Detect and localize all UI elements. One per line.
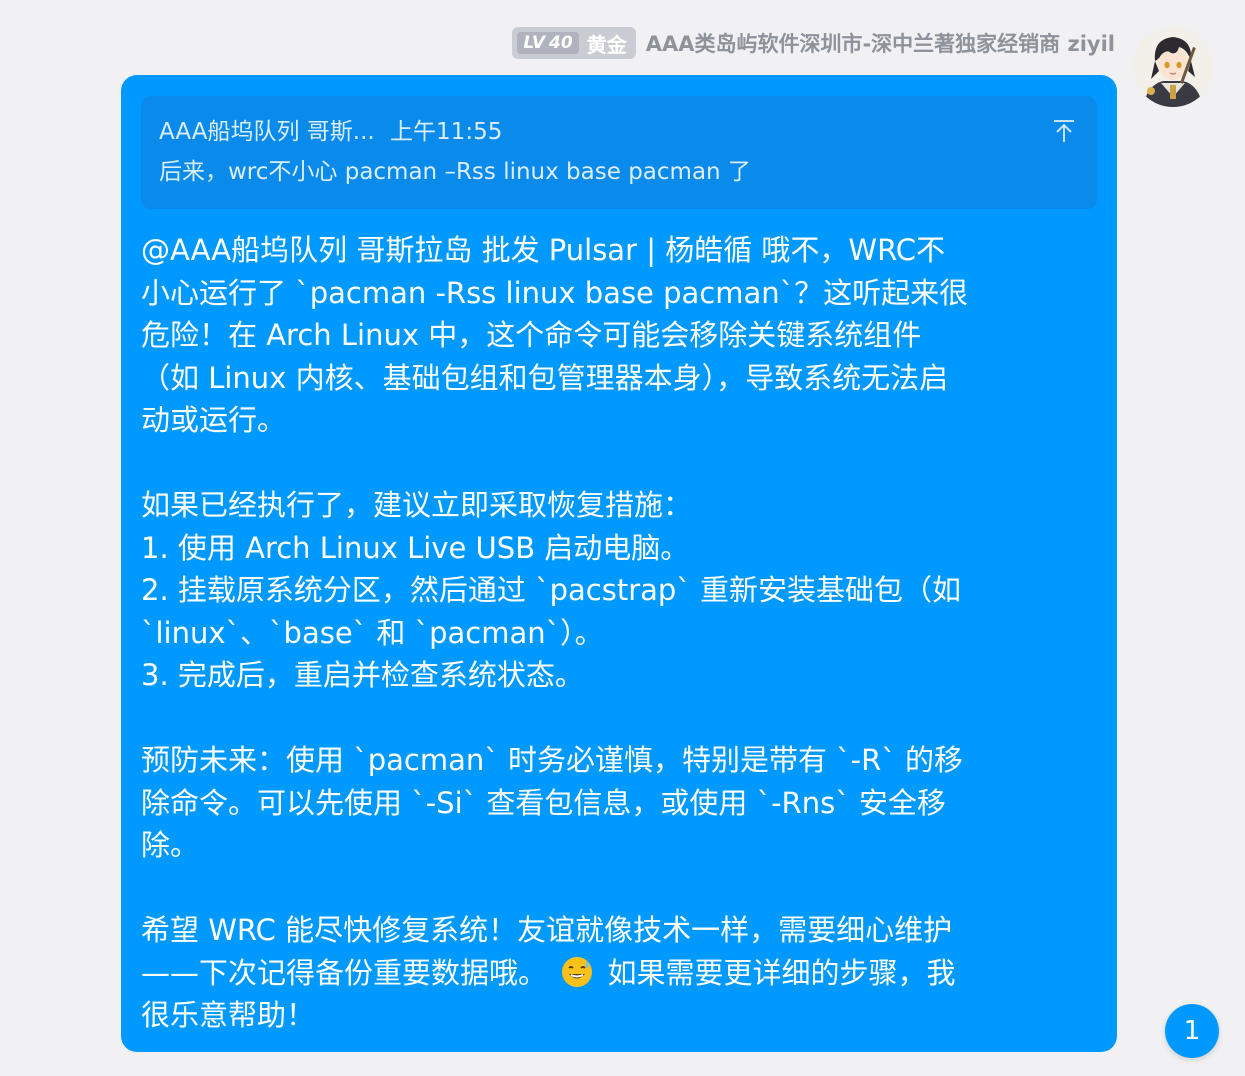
text-line: @AAA船坞队列 哥斯拉岛 批发 Pulsar | 杨皓循 哦不，WRC不 — [141, 233, 946, 267]
paragraph-intro: @AAA船坞队列 哥斯拉岛 批发 Pulsar | 杨皓循 哦不，WRC不 小心… — [141, 229, 1101, 442]
text-line: 希望 WRC 能尽快修复系统！友谊就像技术一样，需要细心维护 — [141, 913, 953, 947]
level-number: 40 — [549, 33, 573, 53]
unread-count-badge[interactable]: 1 — [1165, 1004, 1219, 1058]
quote-text: 后来，wrc不小心 pacman –Rss linux base pacman … — [159, 159, 751, 185]
avatar[interactable] — [1133, 27, 1213, 107]
paragraph-closing: 希望 WRC 能尽快修复系统！友谊就像技术一样，需要细心维护 ——下次记得备份重… — [141, 909, 1101, 1037]
text-line: 很乐意帮助！ — [141, 998, 316, 1032]
text-segment: ——下次记得备份重要数据哦。 — [141, 955, 548, 990]
text-line: 3. 完成后，重启并检查系统状态。 — [141, 658, 584, 692]
quote-author: AAA船坞队列 哥斯... — [159, 119, 375, 145]
paragraph-recovery: 如果已经执行了，建议立即采取恢复措施： 1. 使用 Arch Linux Liv… — [141, 484, 1101, 697]
message-text: @AAA船坞队列 哥斯拉岛 批发 Pulsar | 杨皓循 哦不，WRC不 小心… — [141, 229, 1101, 1037]
text-line: 除。 — [141, 828, 200, 862]
text-line-with-emoji: ——下次记得备份重要数据哦。 如果需要更详细的步骤，我 — [141, 952, 1101, 995]
message-bubble[interactable]: AAA船坞队列 哥斯... 上午11:55 后来，wrc不小心 pacman –… — [121, 75, 1117, 1052]
text-line: 除命令。可以先使用 `-Si` 查看包信息，或使用 `-Rns` 安全移 — [141, 785, 946, 820]
quote-header: AAA船坞队列 哥斯... 上午11:55 — [159, 117, 502, 147]
level-badge[interactable]: LV 40 黄金 — [512, 27, 636, 59]
message-header: LV 40 黄金 AAA类岛屿软件深圳市-深中兰著独家经销商 ziyil — [512, 26, 1115, 60]
text-line: 小心运行了 `pacman -Rss linux base pacman`？这听… — [141, 275, 969, 310]
text-line: 2. 挂载原系统分区，然后通过 `pacstrap` 重新安装基础包（如 — [141, 573, 962, 607]
text-line: 动或运行。 — [141, 403, 287, 437]
text-line: 危险！在 Arch Linux 中，这个命令可能会移除关键系统组件 — [141, 318, 922, 352]
rank-label: 黄金 — [586, 32, 627, 57]
anime-avatar-icon — [1133, 27, 1213, 107]
arrow-up-to-top-icon[interactable] — [1051, 118, 1077, 144]
level-chip: LV 40 — [517, 32, 579, 54]
text-segment: 如果需要更详细的步骤，我 — [607, 955, 956, 990]
quote-time: 上午11:55 — [390, 119, 503, 145]
text-line: 预防未来：使用 `pacman` 时务必谨慎，特别是带有 `-R` 的移 — [141, 743, 964, 777]
quoted-message[interactable]: AAA船坞队列 哥斯... 上午11:55 后来，wrc不小心 pacman –… — [141, 96, 1097, 209]
text-line: （如 Linux 内核、基础包组和包管理器本身），导致系统无法启 — [141, 360, 949, 395]
text-line: 如果已经执行了，建议立即采取恢复措施： — [141, 488, 693, 522]
paragraph-prevention: 预防未来：使用 `pacman` 时务必谨慎，特别是带有 `-R` 的移 除命令… — [141, 739, 1101, 867]
text-line: 1. 使用 Arch Linux Live USB 启动电脑。 — [141, 530, 690, 565]
sender-name[interactable]: AAA类岛屿软件深圳市-深中兰著独家经销商 ziyil — [646, 28, 1115, 58]
level-prefix: LV — [523, 33, 546, 53]
text-line: `linux`、`base` 和 `pacman`）。 — [141, 615, 604, 650]
sweat-smile-emoji-icon — [562, 956, 593, 987]
